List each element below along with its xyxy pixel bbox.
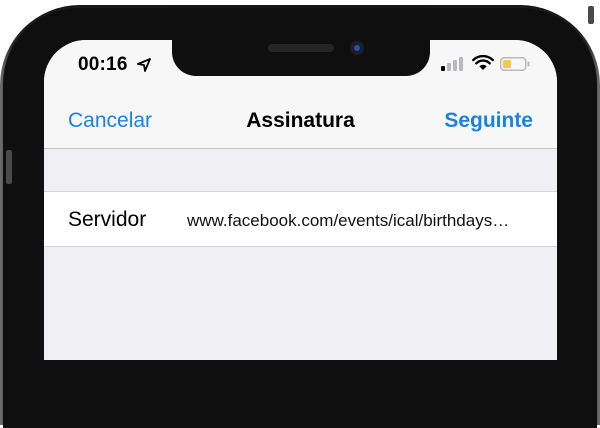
volume-button — [6, 150, 12, 184]
server-field[interactable]: www.facebook.com/events/ical/birthdays… — [187, 211, 537, 231]
wifi-icon — [472, 55, 494, 70]
next-button[interactable]: Seguinte — [444, 109, 533, 133]
server-row[interactable]: Servidor www.facebook.com/events/ical/bi… — [44, 191, 557, 247]
server-label: Servidor — [68, 208, 147, 231]
cancel-button[interactable]: Cancelar — [68, 109, 152, 133]
screen: 00:16 Cancelar Assinatura Seguinte Servi… — [44, 40, 557, 360]
navigation-bar: Cancelar Assinatura Seguinte — [44, 87, 557, 149]
side-button-right — [588, 6, 594, 24]
location-arrow-icon — [137, 58, 151, 72]
notch — [172, 40, 430, 76]
cellular-signal-icon — [441, 57, 463, 71]
speaker-grille — [268, 44, 334, 52]
front-camera-icon — [350, 41, 364, 55]
battery-low-icon — [500, 57, 530, 71]
status-time: 00:16 — [78, 54, 128, 75]
